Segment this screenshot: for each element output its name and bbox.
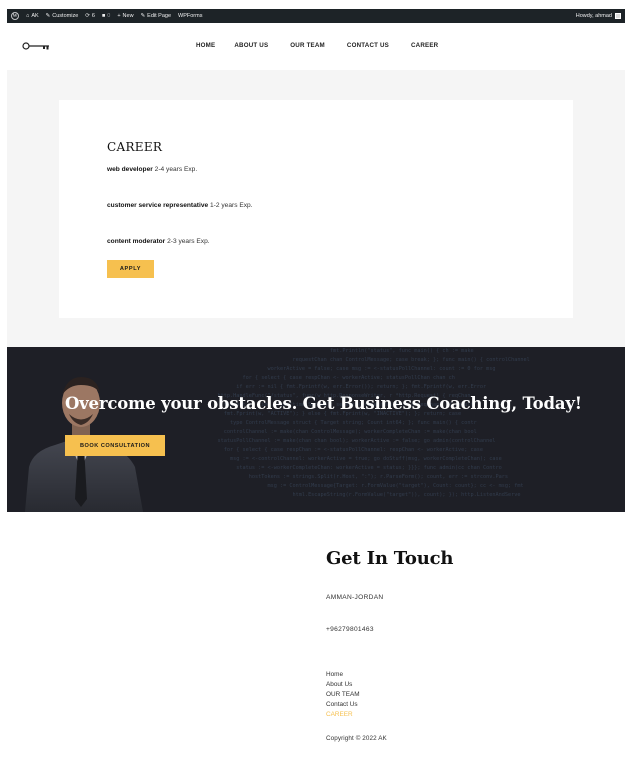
career-card — [59, 100, 573, 318]
customize-label: Customize — [52, 13, 79, 19]
job-item: content moderator 2-3 years Exp. — [107, 238, 210, 245]
footer-link-home[interactable]: Home — [326, 671, 343, 678]
customize-button[interactable]: ✎ Customize — [46, 13, 79, 19]
site-name-label: AK — [31, 13, 39, 19]
updates-icon: ⟳ — [85, 13, 90, 19]
site-name-button[interactable]: ⌂ AK — [26, 13, 39, 19]
copyright-text: Copyright © 2022 AK — [326, 735, 387, 742]
job-item: customer service representative 1-2 year… — [107, 202, 253, 209]
book-consultation-button[interactable]: BOOK CONSULTATION — [65, 435, 165, 456]
apply-button[interactable]: APPLY — [107, 260, 154, 278]
wpforms-label: WPForms — [178, 13, 203, 19]
career-title: CAREER — [107, 140, 163, 154]
footer-link-career[interactable]: CAREER — [326, 711, 353, 718]
job-exp: 1-2 years Exp. — [210, 202, 253, 209]
footer-link-contact-us[interactable]: Contact Us — [326, 701, 358, 708]
nav-item-career[interactable]: CAREER — [411, 42, 438, 49]
wordpress-logo-button[interactable]: W — [11, 12, 19, 20]
nav-item-about-us[interactable]: ABOUT US — [234, 42, 268, 49]
nav-item-contact-us[interactable]: CONTACT US — [347, 42, 389, 49]
avatar — [615, 13, 621, 19]
nav-item-our-team[interactable]: OUR TEAM — [290, 42, 325, 49]
phone-text: +96279801463 — [326, 626, 374, 633]
job-role: content moderator — [107, 238, 166, 245]
footer-title: Get In Touch — [326, 548, 454, 569]
brush-icon: ✎ — [45, 13, 51, 19]
key-logo-icon[interactable] — [22, 41, 52, 51]
nav-item-home[interactable]: HOME — [196, 42, 215, 49]
main-nav: HOME ABOUT US OUR TEAM CONTACT US CAREER — [196, 42, 438, 49]
comment-icon: ■ — [101, 13, 106, 19]
plus-icon: + — [117, 13, 121, 19]
new-content-button[interactable]: + New — [117, 13, 133, 19]
edit-page-button[interactable]: ✎ Edit Page — [141, 13, 171, 19]
comments-count: 0 — [107, 13, 111, 19]
updates-button[interactable]: ⟳ 6 — [85, 13, 95, 19]
job-exp: 2-4 years Exp. — [154, 166, 198, 173]
admin-bar: W ⌂ AK ✎ Customize ⟳ 6 ■ 0 + New ✎ Edit … — [7, 9, 625, 23]
wpforms-button[interactable]: WPForms — [178, 13, 202, 19]
edit-page-label: Edit Page — [147, 13, 172, 19]
coaching-banner: fmt.Println("status", func main() { ch :… — [7, 347, 625, 512]
my-account-button[interactable]: Howdy, ahmad — [576, 13, 621, 19]
job-role: customer service representative — [107, 202, 209, 209]
home-icon: ⌂ — [26, 13, 30, 19]
job-exp: 2-3 years Exp. — [167, 238, 210, 245]
updates-count: 6 — [91, 13, 95, 19]
job-role: web developer — [107, 166, 153, 173]
address-text: AMMAN-JORDAN — [326, 594, 384, 601]
job-item: web developer 2-4 years Exp. — [107, 166, 197, 173]
footer-link-about-us[interactable]: About Us — [326, 681, 352, 688]
wordpress-icon: W — [11, 12, 19, 20]
site-header: HOME ABOUT US OUR TEAM CONTACT US CAREER — [7, 23, 625, 70]
comments-button[interactable]: ■ 0 — [102, 13, 110, 19]
banner-heading: Overcome your obstacles. Get Business Co… — [65, 394, 582, 413]
new-label: New — [122, 13, 134, 19]
footer-link-our-team[interactable]: OUR TEAM — [326, 691, 360, 698]
pencil-icon: ✎ — [140, 13, 146, 19]
code-background-image: fmt.Println("status", func main() { ch :… — [205, 348, 530, 498]
howdy-label: Howdy, ahmad — [575, 13, 612, 19]
